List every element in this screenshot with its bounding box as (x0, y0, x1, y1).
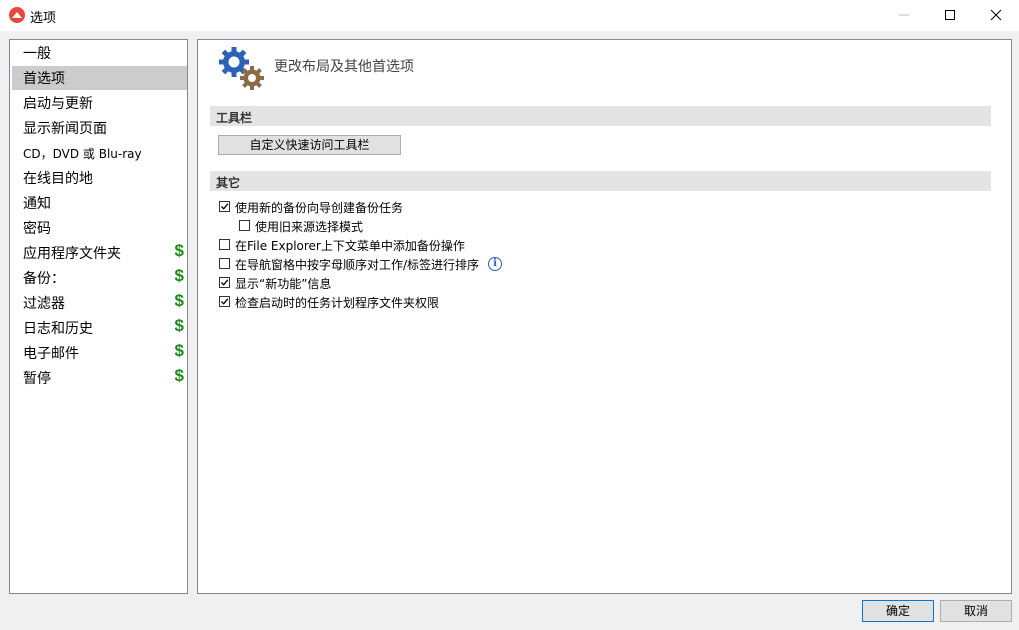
sidebar-item-backup[interactable]: 备份： $ (12, 266, 187, 290)
option-label: 在File Explorer上下文菜单中添加备份操作 (235, 239, 465, 253)
dollar-icon: $ (174, 241, 184, 260)
dollar-icon: $ (174, 366, 184, 385)
gears-icon (219, 47, 264, 90)
sidebar-item-cd-dvd-bluray[interactable]: CD，DVD 或 Blu-ray (12, 141, 187, 165)
sidebar-item-app-folders[interactable]: 应用程序文件夹 $ (12, 241, 187, 265)
checkbox[interactable] (219, 258, 230, 269)
option-label: 使用旧来源选择模式 (255, 220, 364, 234)
sidebar-item-label: 首选项 (23, 71, 65, 87)
cancel-button[interactable]: 取消 (940, 600, 1012, 622)
checkbox[interactable] (239, 220, 250, 231)
toolbar-section-header: 工具栏 (210, 106, 991, 126)
customize-quick-access-toolbar-button[interactable]: 自定义快速访问工具栏 (218, 135, 401, 155)
sidebar-item-pause[interactable]: 暂停 $ (12, 366, 187, 390)
sidebar-item-logs-history[interactable]: 日志和历史 $ (12, 316, 187, 340)
info-icon[interactable]: i (488, 257, 502, 271)
sidebar-item-startup-updates[interactable]: 启动与更新 (12, 91, 187, 115)
option-label: 显示“新功能”信息 (235, 277, 332, 291)
ok-button[interactable]: 确定 (862, 600, 934, 622)
minimize-button[interactable] (881, 0, 927, 31)
sidebar-item-label: 过滤器 (23, 296, 65, 312)
dollar-icon: $ (174, 316, 184, 335)
sidebar-item-filters[interactable]: 过滤器 $ (12, 291, 187, 315)
sidebar-item-label: 电子邮件 (23, 346, 79, 362)
sidebar-item-general[interactable]: 一般 (12, 41, 187, 65)
sidebar-item-label: 日志和历史 (23, 321, 93, 337)
other-section-header: 其它 (210, 171, 991, 191)
sidebar-item-label: 密码 (23, 221, 51, 237)
checkbox[interactable] (219, 201, 230, 212)
section-label: 工具栏 (216, 111, 253, 125)
app-logo-icon (9, 7, 25, 23)
checkmark-icon (221, 279, 229, 286)
page-heading: 更改布局及其他首选项 (274, 59, 414, 75)
checkmark-icon (221, 203, 229, 210)
maximize-icon (945, 10, 955, 20)
checkbox[interactable] (219, 277, 230, 288)
sidebar-item-label: 一般 (23, 46, 51, 62)
window-title: 选项 (30, 11, 57, 26)
options-window: 选项 一般 首选项 启动与更新 显示新闻页面 CD，DVD 或 Blu-ray … (0, 0, 1019, 630)
minimize-icon (899, 14, 909, 16)
close-button[interactable] (973, 0, 1019, 31)
sidebar-item-notifications[interactable]: 通知 (12, 191, 187, 215)
option-label: 使用新的备份向导创建备份任务 (235, 201, 404, 215)
sidebar-item-label: 显示新闻页面 (23, 121, 107, 137)
checkbox[interactable] (219, 239, 230, 250)
sidebar-item-news-page[interactable]: 显示新闻页面 (12, 116, 187, 140)
sidebar-item-label: 应用程序文件夹 (23, 246, 121, 262)
checkbox[interactable] (219, 296, 230, 307)
sidebar-item-preferences[interactable]: 首选项 (12, 66, 187, 90)
option-label: 检查启动时的任务计划程序文件夹权限 (235, 296, 440, 310)
option-label: 在导航窗格中按字母顺序对工作/标签进行排序 (235, 258, 480, 272)
maximize-button[interactable] (927, 0, 973, 31)
sidebar-item-email[interactable]: 电子邮件 $ (12, 341, 187, 365)
checkmark-icon (221, 298, 229, 305)
preferences-panel: 更改布局及其他首选项 工具栏 自定义快速访问工具栏 其它 使用新的备份向导创建备… (197, 39, 1012, 594)
sidebar-item-label: 在线目的地 (23, 171, 93, 187)
options-category-list: 一般 首选项 启动与更新 显示新闻页面 CD，DVD 或 Blu-ray 在线目… (9, 39, 188, 594)
sidebar-item-label: 启动与更新 (23, 96, 93, 112)
sidebar-item-label: 通知 (23, 196, 51, 212)
dollar-icon: $ (174, 341, 184, 360)
sidebar-item-label: CD，DVD 或 Blu-ray (23, 147, 142, 161)
sidebar-item-label: 暂停 (23, 371, 51, 387)
section-label: 其它 (216, 176, 241, 190)
title-bar: 选项 (0, 0, 1019, 31)
sidebar-item-online-destinations[interactable]: 在线目的地 (12, 166, 187, 190)
dollar-icon: $ (174, 291, 184, 310)
close-icon (990, 9, 1002, 21)
dollar-icon: $ (174, 266, 184, 285)
sidebar-item-passwords[interactable]: 密码 (12, 216, 187, 240)
sidebar-item-label: 备份： (23, 271, 65, 287)
